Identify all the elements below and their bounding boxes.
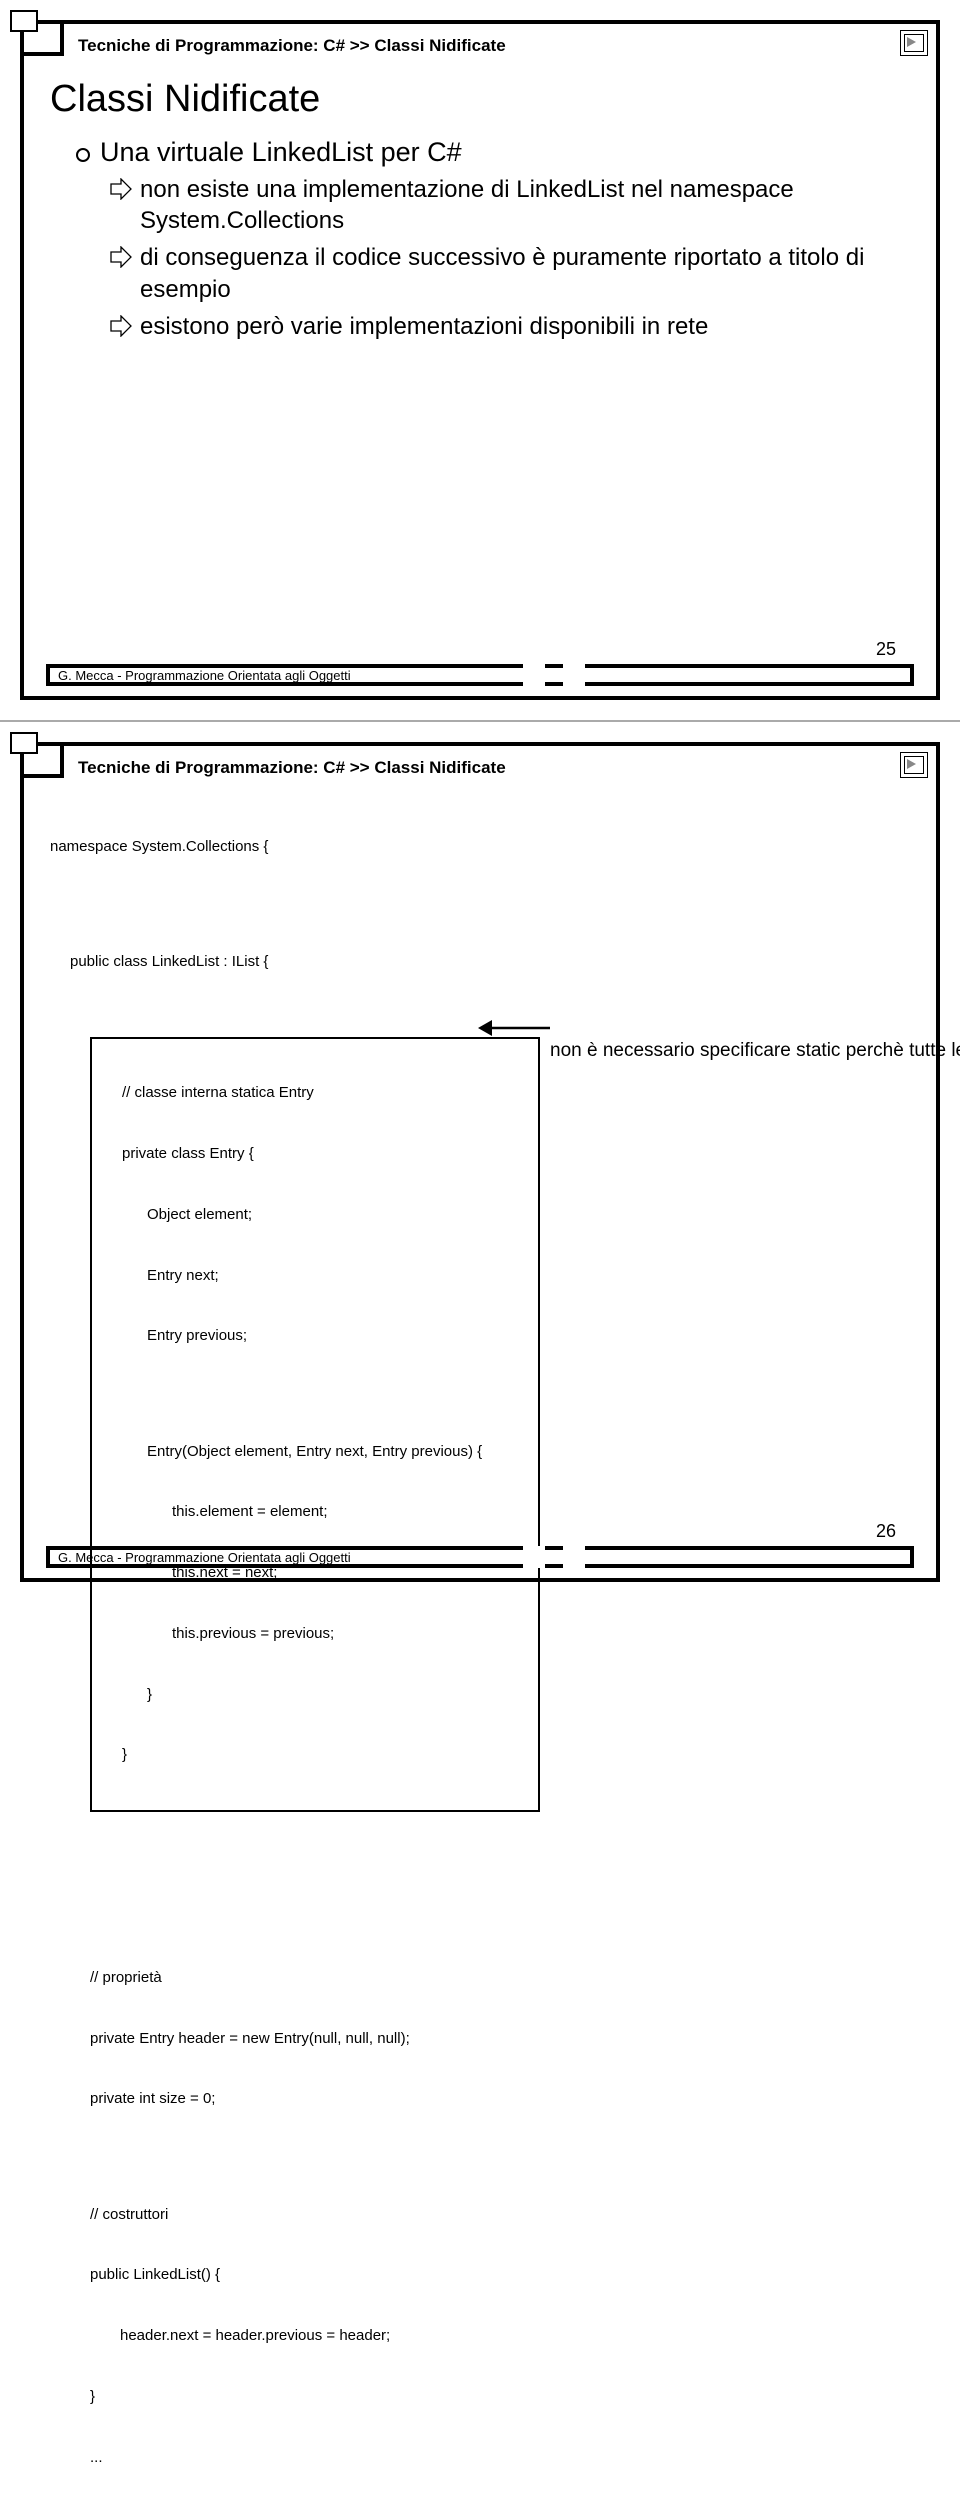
code-line: ... bbox=[90, 2448, 910, 2468]
slide-body: Una virtuale LinkedList per C# non esist… bbox=[70, 137, 910, 342]
corner-decoration-icon bbox=[20, 20, 64, 56]
code-line: } bbox=[147, 1685, 532, 1705]
code-line: Entry(Object element, Entry next, Entry … bbox=[147, 1442, 532, 1462]
code-line: // proprietà bbox=[90, 1968, 910, 1988]
bullet-text: Una virtuale LinkedList per C# bbox=[100, 137, 462, 167]
arrow-right-icon bbox=[110, 315, 132, 337]
arrow-item: esistono però varie implementazioni disp… bbox=[110, 311, 910, 342]
slide-26: Tecniche di Programmazione: C# >> Classi… bbox=[0, 722, 960, 1602]
arrow-right-icon bbox=[110, 246, 132, 268]
annotation-box: non è necessario specificare static perc… bbox=[550, 978, 870, 1103]
code-line: // classe interna statica Entry bbox=[122, 1083, 532, 1103]
circle-bullet-icon bbox=[76, 148, 90, 162]
entry-class-box: // classe interna statica Entry private … bbox=[90, 1037, 540, 1812]
code-line: private Entry header = new Entry(null, n… bbox=[90, 2029, 910, 2049]
arrow-right-icon bbox=[110, 178, 132, 200]
slide-25: Tecniche di Programmazione: C# >> Classi… bbox=[0, 0, 960, 720]
code-line: } bbox=[122, 1745, 532, 1765]
corner-decoration-icon bbox=[20, 742, 64, 778]
code-line: public LinkedList() { bbox=[90, 2265, 910, 2285]
code-line: // costruttori bbox=[90, 2205, 910, 2225]
page-number: 25 bbox=[876, 639, 896, 660]
arrow-text: di conseguenza il codice successivo è pu… bbox=[140, 242, 910, 304]
code-line: } bbox=[90, 2387, 910, 2407]
arrow-item: non esiste una implementazione di Linked… bbox=[110, 174, 910, 236]
code-line: header.next = header.previous = header; bbox=[120, 2326, 910, 2346]
arrow-text: non esiste una implementazione di Linked… bbox=[140, 174, 910, 236]
play-icon bbox=[900, 30, 928, 56]
annotation-text: non è necessario specificare static perc… bbox=[550, 1039, 870, 1063]
footer-bar: G. Mecca - Programmazione Orientata agli… bbox=[46, 664, 914, 686]
page-number: 26 bbox=[876, 1521, 896, 1542]
play-icon bbox=[900, 752, 928, 778]
footer-text: G. Mecca - Programmazione Orientata agli… bbox=[50, 1550, 351, 1565]
code-line: this.previous = previous; bbox=[172, 1624, 532, 1644]
code-line: private class Entry { bbox=[122, 1144, 532, 1164]
code-line: public class LinkedList : IList { bbox=[70, 952, 910, 972]
slide-frame: Tecniche di Programmazione: C# >> Classi… bbox=[20, 742, 940, 1582]
footer-text: G. Mecca - Programmazione Orientata agli… bbox=[50, 668, 351, 683]
code-line: Entry next; bbox=[147, 1266, 532, 1286]
code-line: private int size = 0; bbox=[90, 2089, 910, 2109]
code-block: namespace System.Collections { public cl… bbox=[50, 796, 910, 2508]
code-line: this.element = element; bbox=[172, 1502, 532, 1522]
footer-bar: G. Mecca - Programmazione Orientata agli… bbox=[46, 1546, 914, 1568]
code-line: Entry previous; bbox=[147, 1326, 532, 1346]
code-line: Object element; bbox=[147, 1205, 532, 1225]
arrow-text: esistono però varie implementazioni disp… bbox=[140, 311, 708, 342]
breadcrumb: Tecniche di Programmazione: C# >> Classi… bbox=[78, 758, 910, 778]
code-line: namespace System.Collections { bbox=[50, 837, 910, 857]
pointer-arrow-icon bbox=[478, 1014, 550, 1042]
slide-title: Classi Nidificate bbox=[50, 78, 910, 121]
slide-frame: Tecniche di Programmazione: C# >> Classi… bbox=[20, 20, 940, 700]
bullet-item: Una virtuale LinkedList per C# bbox=[76, 137, 910, 168]
arrow-item: di conseguenza il codice successivo è pu… bbox=[110, 242, 910, 304]
breadcrumb: Tecniche di Programmazione: C# >> Classi… bbox=[78, 36, 910, 56]
